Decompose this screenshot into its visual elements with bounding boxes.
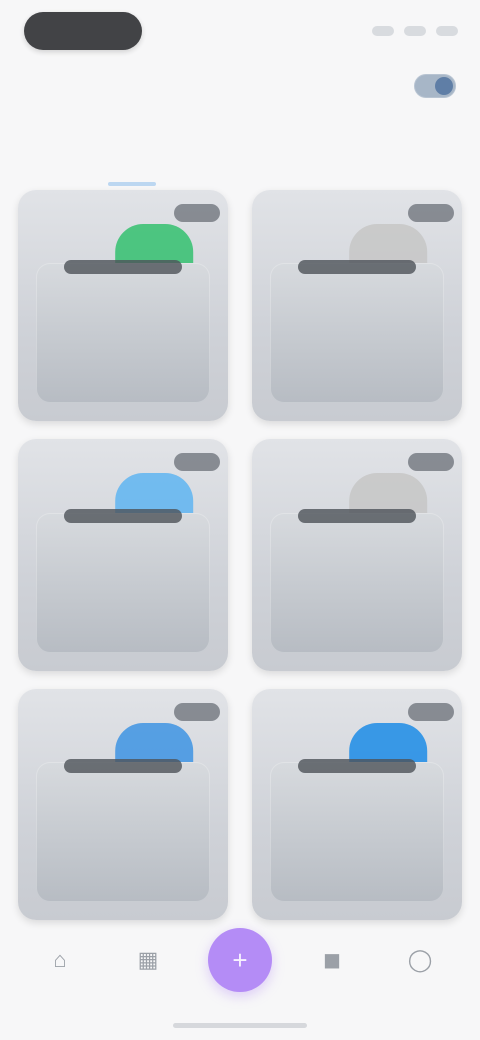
- card-3-image: [36, 512, 210, 653]
- card-4-top: [260, 449, 454, 475]
- card-3-top: [26, 449, 220, 475]
- card-4-label: [298, 509, 416, 524]
- card-2-top: [260, 200, 454, 226]
- home-icon[interactable]: ⌂: [32, 932, 88, 988]
- tab-second[interactable]: [240, 138, 456, 178]
- card-1-image: [36, 263, 210, 404]
- app-screen: ⌂ ▦ + ◼ ◯: [0, 0, 480, 1040]
- card-4-chip: [408, 453, 454, 472]
- card-4-image: [270, 512, 444, 653]
- card-1[interactable]: [18, 190, 228, 422]
- tab-bar: [24, 128, 456, 188]
- card-2-image: [270, 263, 444, 404]
- card-6-image: [270, 761, 444, 902]
- card-5-chip: [174, 702, 220, 721]
- card-1-top: [26, 200, 220, 226]
- card-6[interactable]: [252, 688, 462, 920]
- toggle-switch[interactable]: [414, 74, 456, 98]
- battery-icon: [436, 26, 458, 36]
- card-5[interactable]: [18, 688, 228, 920]
- card-5-label: [64, 758, 182, 773]
- card-1-chip: [174, 204, 220, 222]
- card-grid: [18, 190, 462, 920]
- profile-icon[interactable]: ◯: [392, 932, 448, 988]
- view-toggle[interactable]: [380, 72, 456, 100]
- card-5-image: [36, 761, 210, 902]
- card-3-chip: [174, 453, 220, 472]
- tab-first[interactable]: [24, 138, 240, 186]
- card-4[interactable]: [252, 439, 462, 671]
- card-3-label: [64, 509, 182, 524]
- toggle-knob: [435, 77, 453, 95]
- card-1-label: [64, 260, 182, 274]
- status-icons: [348, 18, 458, 44]
- bag-icon[interactable]: ◼: [304, 932, 360, 988]
- plus-icon[interactable]: +: [208, 928, 272, 992]
- bottom-navigation: ⌂ ▦ + ◼ ◯: [0, 920, 480, 1000]
- signal-icon: [372, 26, 394, 36]
- home-indicator: [173, 1023, 307, 1028]
- card-5-top: [26, 699, 220, 725]
- grid-icon[interactable]: ▦: [120, 932, 176, 988]
- card-6-label: [298, 758, 416, 773]
- card-6-chip: [408, 702, 454, 721]
- tab-underline: [108, 182, 156, 186]
- card-2-label: [298, 260, 416, 274]
- status-pill: [24, 12, 142, 50]
- card-2[interactable]: [252, 190, 462, 422]
- wifi-icon: [404, 26, 426, 36]
- card-6-top: [260, 699, 454, 725]
- card-3[interactable]: [18, 439, 228, 671]
- card-2-chip: [408, 204, 454, 222]
